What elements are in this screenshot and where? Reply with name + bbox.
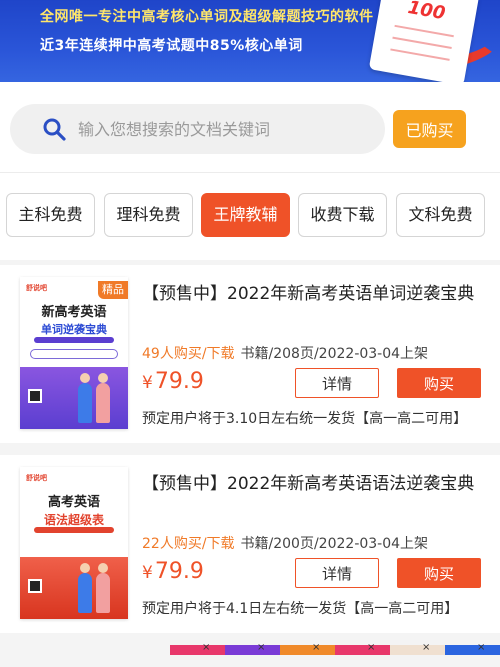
paper-line	[394, 24, 454, 38]
tab-paid-download[interactable]: 收费下载	[298, 193, 387, 237]
product-info: 书籍/200页/2022-03-04上架	[240, 536, 429, 552]
cover-illustration	[20, 367, 128, 429]
student-figure	[96, 573, 110, 613]
student-head	[98, 563, 108, 573]
purchased-button[interactable]: 已购买	[393, 110, 466, 148]
close-icon[interactable]: ×	[477, 642, 485, 653]
ad-segment[interactable]: ×	[280, 642, 335, 655]
product-meta: 49人购买/下载 书籍/208页/2022-03-04上架	[142, 343, 428, 363]
cover-logo: 舒说吧	[26, 284, 47, 292]
search-box[interactable]	[10, 104, 385, 154]
sold-count: 22人购买/下载	[142, 536, 235, 552]
tab-premium-materials[interactable]: 王牌教辅	[201, 193, 290, 237]
currency-symbol: ¥	[142, 563, 153, 583]
qr-code-icon	[28, 389, 42, 403]
student-figure	[78, 573, 92, 613]
banner-slogan-1: 全网唯一专注中高考核心单词及超级解题技巧的软件	[40, 9, 374, 25]
product-cover[interactable]: 舒说吧 高考英语 语法超级表	[20, 467, 128, 619]
product-price: ¥79.9	[142, 559, 204, 584]
paper-line	[392, 36, 452, 50]
close-icon[interactable]: ×	[202, 642, 210, 653]
product-title[interactable]: 【预售中】2022年新高考英语语法逆袭宝典	[142, 471, 482, 497]
cover-strip	[34, 527, 114, 533]
shipping-note: 预定用户将于4.1日左右统一发货【高一高二可用】	[142, 601, 459, 617]
sold-count: 49人购买/下载	[142, 346, 235, 362]
buy-button[interactable]: 购买	[397, 558, 481, 588]
details-button[interactable]: 详情	[295, 558, 379, 588]
cover-logo: 舒说吧	[26, 474, 47, 482]
qr-code-icon	[28, 579, 42, 593]
close-icon[interactable]: ×	[257, 642, 265, 653]
ad-segment[interactable]: ×	[225, 642, 280, 655]
paper-score: 100	[406, 0, 447, 25]
top-banner[interactable]: 全网唯一专注中高考核心单词及超级解题技巧的软件 近3年连续押中高考试题中85%核…	[0, 0, 500, 82]
ad-segment[interactable]: ×	[335, 642, 390, 655]
search-input[interactable]	[78, 104, 373, 154]
category-tabs: 主科免费 理科免费 王牌教辅 收费下载 文科免费	[0, 172, 500, 260]
product-card[interactable]: 舒说吧 高考英语 语法超级表 【预售中】2022年新高考英语语法逆袭宝典 22人…	[0, 455, 500, 633]
student-head	[80, 563, 90, 573]
paper-line	[390, 48, 450, 61]
ad-segment[interactable]: ×	[445, 642, 500, 655]
cover-subtitle: 单词逆袭宝典	[41, 323, 107, 336]
ad-segment[interactable]: ×	[170, 642, 225, 655]
premium-badge: 精品	[98, 281, 128, 299]
tab-science-free[interactable]: 理科免费	[104, 193, 193, 237]
tab-arts-free[interactable]: 文科免费	[396, 193, 485, 237]
student-head	[80, 373, 90, 383]
currency-symbol: ¥	[142, 373, 153, 393]
search-icon	[43, 118, 66, 141]
cover-illustration	[20, 557, 128, 619]
banner-slogan-2: 近3年连续押中高考试题中85%核心单词	[40, 38, 303, 54]
price-value: 79.9	[154, 559, 204, 584]
student-figure	[78, 383, 92, 423]
cover-title: 新高考英语	[41, 305, 107, 320]
cover-title: 高考英语	[47, 495, 100, 510]
ad-segment[interactable]: ×	[390, 642, 445, 655]
product-info: 书籍/208页/2022-03-04上架	[240, 346, 429, 362]
product-card[interactable]: 舒说吧 新高考英语 单词逆袭宝典 精品 【预售中】2022年新高考英语单词逆袭宝…	[0, 265, 500, 443]
product-price: ¥79.9	[142, 369, 204, 394]
search-area: 已购买	[0, 82, 500, 172]
shipping-note: 预定用户将于3.10日左右统一发货【高一高二可用】	[142, 411, 468, 427]
close-icon[interactable]: ×	[422, 642, 430, 653]
details-button[interactable]: 详情	[295, 368, 379, 398]
product-title[interactable]: 【预售中】2022年新高考英语单词逆袭宝典	[142, 281, 482, 307]
tab-main-subjects-free[interactable]: 主科免费	[6, 193, 95, 237]
student-head	[98, 373, 108, 383]
exam-paper-illustration: 100	[368, 0, 480, 82]
cover-strip	[34, 337, 114, 343]
close-icon[interactable]: ×	[312, 642, 320, 653]
close-icon[interactable]: ×	[367, 642, 375, 653]
cover-subtitle: 语法超级表	[43, 513, 104, 527]
buy-button[interactable]: 购买	[397, 368, 481, 398]
student-figure	[96, 383, 110, 423]
product-meta: 22人购买/下载 书籍/200页/2022-03-04上架	[142, 533, 428, 553]
price-value: 79.9	[154, 369, 204, 394]
product-cover[interactable]: 舒说吧 新高考英语 单词逆袭宝典	[20, 277, 128, 429]
cover-pill	[30, 349, 118, 359]
ad-strip[interactable]: × × × × × ×	[170, 642, 500, 655]
